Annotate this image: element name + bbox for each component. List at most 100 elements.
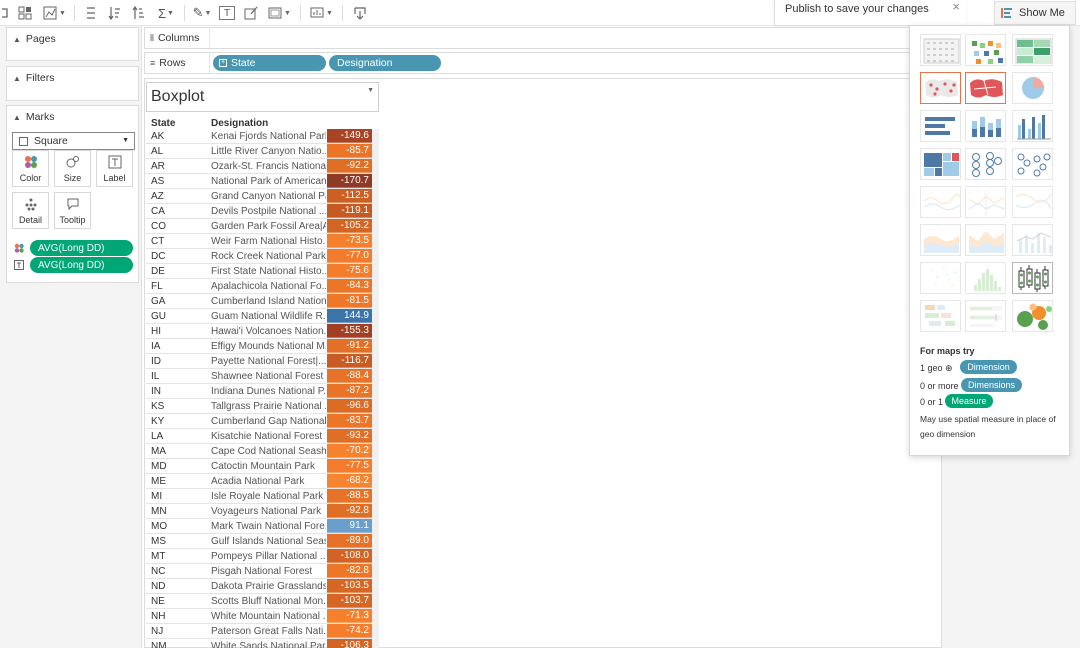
swap-rows-columns-icon[interactable] (84, 4, 98, 22)
table-row[interactable]: ND Dakota Prairie Grasslands... -103.5 (146, 579, 372, 594)
avg-long-dd-color-pill[interactable]: AVG(Long DD) (30, 240, 133, 256)
value-cell[interactable]: -112.5 (327, 189, 372, 203)
label-button[interactable]: Label (96, 150, 133, 187)
table-row[interactable]: GA Cumberland Island Nation... -81.5 (146, 294, 372, 309)
state-pill[interactable]: + State (213, 55, 326, 71)
value-cell[interactable]: -103.5 (327, 579, 372, 593)
table-row[interactable]: NH White Mountain National ... -71.3 (146, 609, 372, 624)
value-cell[interactable]: -87.2 (327, 384, 372, 398)
chevron-up-icon[interactable]: ▲ (13, 35, 21, 44)
chart-type-gantt-chart[interactable] (920, 300, 961, 332)
table-scrollbar[interactable] (372, 129, 379, 648)
chart-type-text-table[interactable] (920, 34, 961, 66)
table-row[interactable]: KY Cumberland Gap National ... -83.7 (146, 414, 372, 429)
size-button[interactable]: Size (54, 150, 91, 187)
expand-icon[interactable]: + (219, 59, 227, 67)
rows-shelf[interactable]: ≡ Rows + State Designation (144, 52, 942, 74)
value-cell[interactable]: -92.8 (327, 504, 372, 518)
chart-type-area-continuous[interactable] (920, 224, 961, 256)
chevron-up-icon[interactable]: ▲ (13, 113, 21, 122)
table-row[interactable]: GU Guam National Wildlife R... 144.9 (146, 309, 372, 324)
chart-type-symbol-map[interactable] (920, 72, 961, 104)
detail-button[interactable]: Detail (12, 192, 49, 229)
designation-header[interactable]: Designation (211, 118, 268, 129)
chart-type-lines-continuous[interactable] (920, 186, 961, 218)
value-cell[interactable]: -103.7 (327, 594, 372, 608)
sheet-title-box[interactable]: Boxplot ▼ (146, 82, 379, 112)
value-cell[interactable]: -105.2 (327, 219, 372, 233)
table-row[interactable]: NE Scotts Bluff National Mon... -103.7 (146, 594, 372, 609)
value-cell[interactable]: -71.3 (327, 609, 372, 623)
sort-descending-icon[interactable] (132, 4, 146, 22)
chart-type-area-discrete[interactable] (965, 224, 1006, 256)
table-row[interactable]: MS Gulf Islands National Seas... -89.0 (146, 534, 372, 549)
value-cell[interactable]: -73.5 (327, 234, 372, 248)
table-row[interactable]: AS National Park of American... -170.7 (146, 174, 372, 189)
table-row[interactable]: MA Cape Cod National Seasho...-70.2 (146, 444, 372, 459)
chart-type-packed-bubbles[interactable] (1012, 300, 1053, 332)
presentation-icon[interactable]: ▼ (308, 4, 334, 22)
chart-type-treemap[interactable] (920, 148, 961, 180)
download-icon[interactable] (352, 4, 368, 22)
value-cell[interactable]: 91.1 (327, 519, 372, 533)
highlight-icon[interactable]: ✎ ▼ (192, 4, 212, 22)
chart-type-dual-lines[interactable] (1012, 186, 1053, 218)
table-row[interactable]: LA Kisatchie National Forest -93.2 (146, 429, 372, 444)
chart-type-lines-discrete[interactable] (965, 186, 1006, 218)
table-row[interactable]: CO Garden Park Fossil Area|A... -105.2 (146, 219, 372, 234)
table-row[interactable]: MT Pompeys Pillar National ... -108.0 (146, 549, 372, 564)
table-row[interactable]: DE First State National Histo... -75.6 (146, 264, 372, 279)
mark-type-select[interactable]: Square ▼ (12, 132, 135, 150)
chart-type-bullet-graph[interactable] (965, 300, 1006, 332)
value-cell[interactable]: -89.0 (327, 534, 372, 548)
value-cell[interactable]: -68.2 (327, 474, 372, 488)
close-icon[interactable]: × (952, 0, 960, 14)
table-row[interactable]: NM White Sands National Park -106.3 (146, 639, 372, 648)
totals-icon[interactable]: Σ ▼ (156, 4, 176, 22)
table-row[interactable]: KS Tallgrass Prairie National ... -96.6 (146, 399, 372, 414)
designation-pill[interactable]: Designation (329, 55, 441, 71)
chart-type-filled-map[interactable] (965, 72, 1006, 104)
color-button[interactable]: Color (12, 150, 49, 187)
value-cell[interactable]: -77.0 (327, 249, 372, 263)
table-row[interactable]: IA Effigy Mounds National M... -91.2 (146, 339, 372, 354)
table-row[interactable]: DC Rock Creek National Park -77.0 (146, 249, 372, 264)
value-cell[interactable]: -93.2 (327, 429, 372, 443)
chart-type-heat-map[interactable] (965, 34, 1006, 66)
table-row[interactable]: ME Acadia National Park -68.2 (146, 474, 372, 489)
annotate-icon[interactable] (243, 4, 259, 22)
value-cell[interactable]: -70.2 (327, 444, 372, 458)
value-cell[interactable]: -88.4 (327, 369, 372, 383)
new-worksheet-icon[interactable]: ▼ (41, 4, 67, 22)
columns-shelf[interactable]: ⦀ Columns (144, 27, 942, 49)
chart-type-horizontal-bars[interactable] (920, 110, 961, 142)
table-row[interactable]: CT Weir Farm National Histo... -73.5 (146, 234, 372, 249)
chevron-down-icon[interactable]: ▼ (367, 87, 374, 94)
table-row[interactable]: MN Voyageurs National Park -92.8 (146, 504, 372, 519)
table-row[interactable]: IL Shawnee National Forest -88.4 (146, 369, 372, 384)
table-row[interactable]: AR Ozark-St. Francis Nationa... -92.2 (146, 159, 372, 174)
table-row[interactable]: AZ Grand Canyon National Pa...-112.5 (146, 189, 372, 204)
tooltip-button[interactable]: Tooltip (54, 192, 91, 229)
undo-icon[interactable] (0, 4, 10, 22)
table-row[interactable]: AL Little River Canyon Natio... -85.7 (146, 144, 372, 159)
show-me-button[interactable]: Show Me (994, 1, 1076, 25)
chart-type-stacked-bars[interactable] (965, 110, 1006, 142)
table-row[interactable]: CA Devils Postpile National ... -119.1 (146, 204, 372, 219)
value-cell[interactable]: -82.8 (327, 564, 372, 578)
chart-type-highlight-table[interactable] (1012, 34, 1053, 66)
sort-ascending-icon[interactable] (108, 4, 122, 22)
value-cell[interactable]: -96.6 (327, 399, 372, 413)
chart-type-scatter-plot[interactable]: ○ + ○ ○ + ○ ○ + ○ (920, 262, 961, 294)
value-cell[interactable]: -108.0 (327, 549, 372, 563)
chart-type-pie-chart[interactable] (1012, 72, 1053, 104)
value-cell[interactable]: -170.7 (327, 174, 372, 188)
chart-type-dual-combination[interactable] (1012, 224, 1053, 256)
fit-icon[interactable]: ▼ (266, 4, 292, 22)
value-cell[interactable]: -74.2 (327, 624, 372, 638)
value-cell[interactable]: -77.5 (327, 459, 372, 473)
new-data-source-icon[interactable] (17, 4, 33, 22)
value-cell[interactable]: -155.3 (327, 324, 372, 338)
table-row[interactable]: AK Kenai Fjords National Park -149.6 (146, 129, 372, 144)
chart-type-circle-views[interactable] (965, 148, 1006, 180)
